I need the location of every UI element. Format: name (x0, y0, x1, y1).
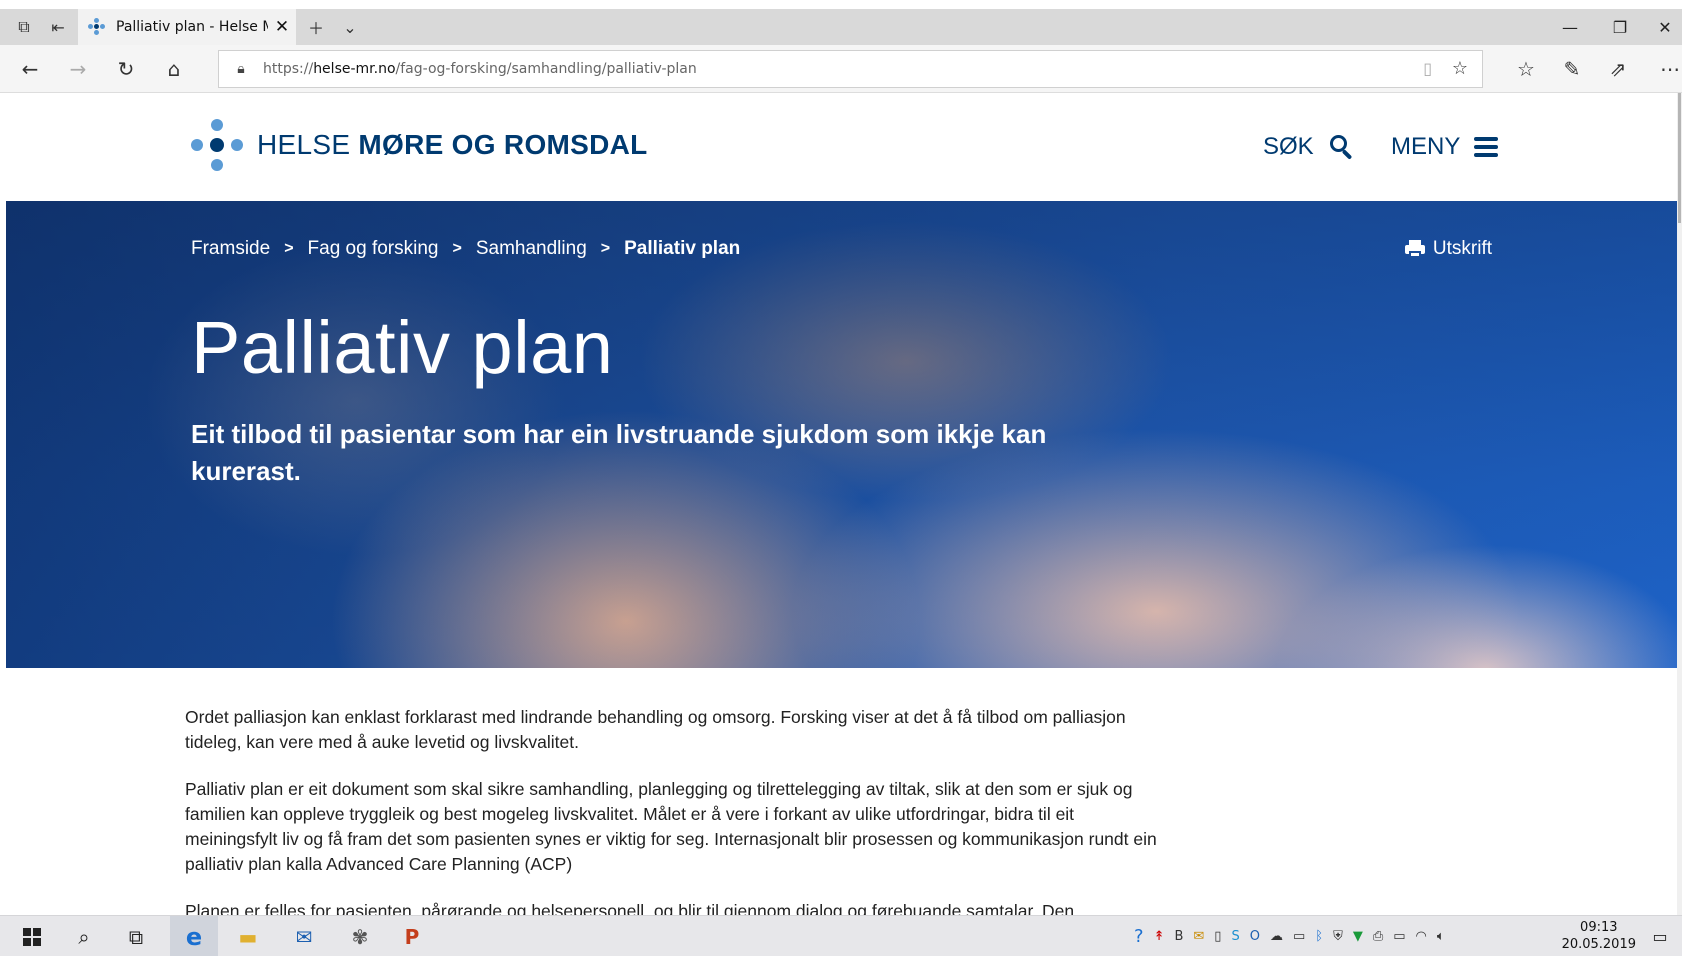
defender-shield-icon[interactable]: ⛨ (1333, 929, 1343, 944)
paragraph: Ordet palliasjon kan enklast forklarast … (185, 707, 1126, 752)
helse-favicon-icon (88, 18, 106, 36)
tab-preview-icon[interactable]: ⇤ (40, 9, 76, 45)
web-note-icon[interactable]: ✎ (1554, 51, 1590, 87)
windows-taskbar: ⌕ ⧉ e ▬ ✉ ✾ P ? ↟ B ✉ ▯ S O ☁ ▭ ᛒ ⛨ ▼ ⎙ … (0, 915, 1682, 956)
notifications-icon[interactable]: ▭ (1636, 916, 1682, 956)
vpn-icon[interactable]: ▼ (1353, 929, 1363, 944)
more-options-icon[interactable]: ⋯ (1652, 51, 1682, 87)
tab-title: Palliativ plan - Helse Mø (116, 19, 268, 35)
page-lead: Eit tilbod til pasientar som har ein liv… (191, 419, 1047, 486)
navigation-bar: ← → ↻ ⌂ 🔒︎ https://helse-mr.no/fag-og-fo… (0, 45, 1682, 93)
print-label: Utskrift (1432, 238, 1492, 259)
tray-app-icon[interactable]: B (1174, 929, 1183, 944)
paint-icon[interactable]: ✾ (336, 916, 384, 956)
url-protocol: https:// (263, 61, 314, 77)
tab-close-icon[interactable]: ✕ (268, 17, 296, 37)
print-button[interactable]: Utskrift (1404, 238, 1492, 260)
task-view-icon[interactable]: ⧉ (112, 916, 160, 956)
clock-date: 20.05.2019 (1561, 937, 1636, 952)
new-tab-icon[interactable]: ＋ (298, 9, 334, 45)
cloud-icon[interactable]: ☁ (1270, 929, 1283, 944)
minimize-icon[interactable]: — (1545, 9, 1595, 45)
lock-icon: 🔒︎ (237, 61, 245, 77)
printer-icon (1404, 240, 1425, 258)
hero-banner: Framside > Fag og forsking > Samhandling… (6, 201, 1677, 668)
tab-palliativ-plan[interactable]: Palliativ plan - Helse Mø ✕ (78, 9, 296, 45)
skype-icon[interactable]: S (1231, 929, 1239, 944)
battery-icon[interactable]: ▭ (1393, 929, 1405, 944)
favorites-hub-icon[interactable]: ☆ (1508, 51, 1544, 87)
search-icon (1329, 135, 1354, 160)
page-title: Palliativ plan (191, 306, 614, 389)
window-close-icon[interactable]: ✕ (1640, 9, 1682, 45)
edge-browser-icon[interactable]: e (170, 916, 218, 956)
restore-icon[interactable]: ❐ (1595, 9, 1645, 45)
outlook-icon[interactable]: ✉ (280, 916, 328, 956)
logo-text: HELSE MØRE OG ROMSDAL (257, 129, 648, 160)
chevron-right-icon: > (600, 240, 611, 257)
bluetooth-icon[interactable]: ᛒ (1315, 929, 1323, 944)
share-icon[interactable]: ⇗ (1600, 51, 1636, 87)
reading-view-icon[interactable]: ▯ (1423, 59, 1432, 78)
home-icon[interactable]: ⌂ (156, 51, 192, 87)
tab-set-aside-icon[interactable]: ⧉ (6, 9, 42, 45)
help-icon[interactable]: ? (1134, 926, 1144, 947)
volume-icon[interactable]: 🔈︎ (1437, 929, 1445, 944)
clock-time: 09:13 (1580, 920, 1618, 935)
file-explorer-icon[interactable]: ▬ (224, 916, 272, 956)
start-windows-icon[interactable] (8, 916, 56, 956)
breadcrumb-current: Palliativ plan (624, 238, 741, 259)
logo-dots-icon (191, 119, 243, 171)
page-scrollbar[interactable] (1677, 93, 1682, 915)
outlook-tray-icon[interactable]: O (1250, 929, 1260, 944)
article-body: Ordet palliasjon kan enklast forklarast … (185, 705, 1165, 946)
browser-window: ⧉ ⇤ Palliativ plan - Helse Mø ✕ ＋ ⌄ — ❐ … (0, 0, 1682, 956)
menu-label: MENY (1391, 133, 1461, 160)
site-header: HELSE MØRE OG ROMSDAL SØK MENY (6, 93, 1677, 201)
chevron-right-icon: > (284, 240, 294, 257)
tab-strip: ⧉ ⇤ Palliativ plan - Helse Mø ✕ ＋ ⌄ — ❐ … (0, 0, 1682, 45)
printer-tray-icon[interactable]: ⎙ (1373, 929, 1383, 944)
address-bar[interactable]: 🔒︎ https://helse-mr.no/fag-og-forsking/s… (218, 50, 1483, 88)
site-logo[interactable]: HELSE MØRE OG ROMSDAL (191, 119, 648, 171)
mail-tray-icon[interactable]: ✉ (1193, 929, 1204, 944)
usb-icon[interactable]: ▯ (1214, 929, 1221, 944)
powerpoint-icon[interactable]: P (388, 916, 436, 956)
menu-button[interactable]: MENY (1391, 133, 1499, 161)
paragraph: Palliativ plan er eit dokument som skal … (185, 779, 1157, 874)
chevron-right-icon: > (452, 240, 462, 257)
hamburger-icon (1474, 137, 1499, 157)
favorite-star-icon[interactable]: ☆ (1452, 58, 1468, 79)
breadcrumb-framside[interactable]: Framside (191, 238, 270, 260)
pin-icon[interactable]: ↟ (1154, 929, 1165, 944)
scrollbar-thumb[interactable] (1678, 93, 1681, 223)
tab-list-chevron-icon[interactable]: ⌄ (332, 9, 368, 45)
display-icon[interactable]: ▭ (1293, 929, 1305, 944)
refresh-icon[interactable]: ↻ (108, 51, 144, 87)
back-icon[interactable]: ← (12, 51, 48, 87)
breadcrumb-fag-og-forsking[interactable]: Fag og forsking (308, 238, 439, 260)
search-label: SØK (1263, 133, 1314, 160)
wifi-icon[interactable]: ◠ (1416, 929, 1427, 944)
url-path: /fag-og-forsking/samhandling/palliativ-p… (395, 61, 697, 77)
breadcrumb-samhandling[interactable]: Samhandling (476, 238, 587, 260)
forward-icon[interactable]: → (60, 51, 96, 87)
system-tray: ? ↟ B ✉ ▯ S O ☁ ▭ ᛒ ⛨ ▼ ⎙ ▭ ◠ 🔈︎ (1134, 916, 1455, 956)
search-button[interactable]: SØK (1263, 133, 1354, 161)
url-host: helse-mr.no (313, 61, 396, 77)
search-taskbar-icon[interactable]: ⌕ (60, 916, 108, 956)
breadcrumb: Framside > Fag og forsking > Samhandling… (191, 238, 740, 260)
taskbar-clock[interactable]: 09:13 20.05.2019 (1562, 919, 1636, 953)
